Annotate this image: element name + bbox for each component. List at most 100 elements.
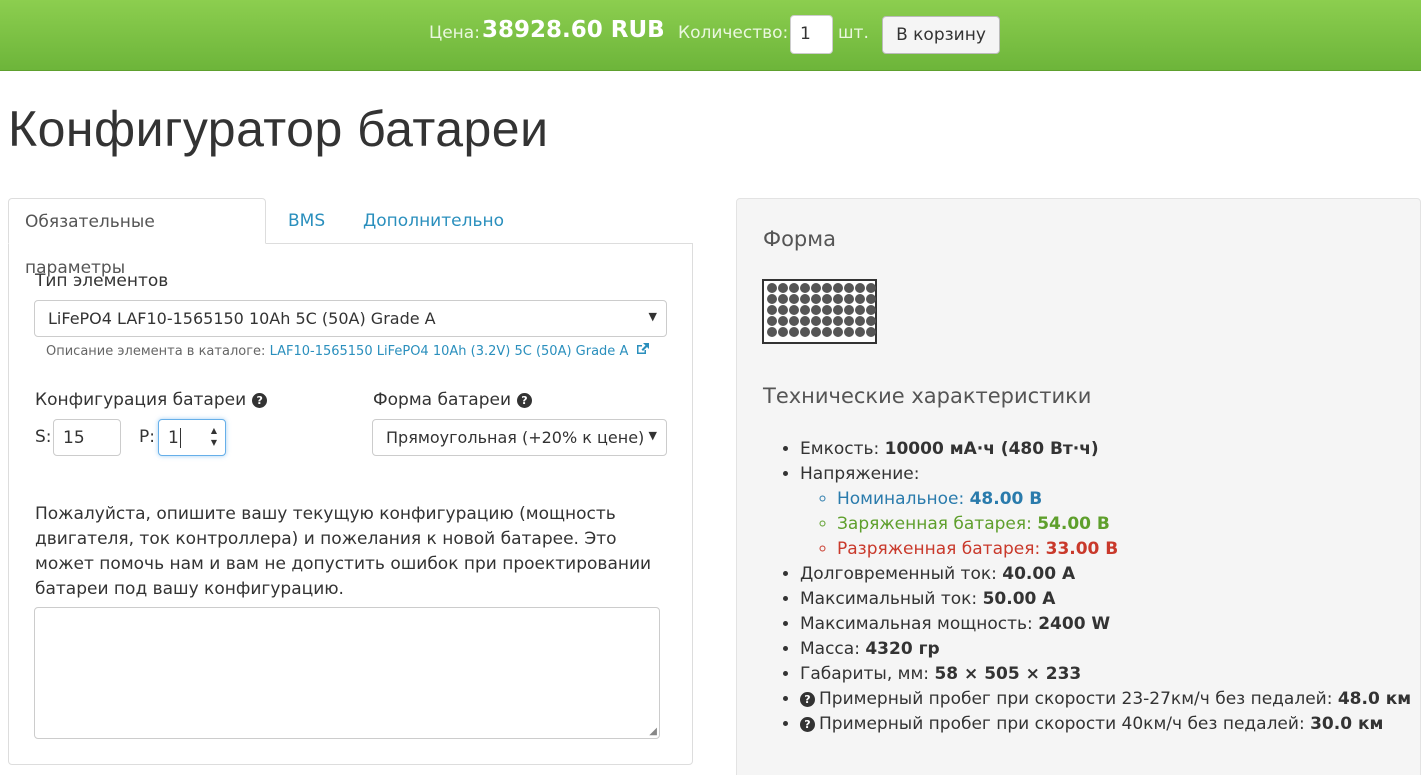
battery-shape-preview [762, 279, 877, 344]
spec-label: Разряженная батарея: [837, 539, 1041, 559]
spec-label: Примерный пробег при скорости 23-27км/ч … [819, 689, 1333, 709]
description-instructions: Пожалуйста, опишите вашу текущую конфигу… [35, 504, 652, 599]
spec-nominal-voltage: Номинальное: 48.00 В [837, 487, 1411, 512]
battery-cell [855, 305, 865, 315]
battery-cell [833, 294, 843, 304]
battery-cell [800, 294, 810, 304]
stepper-arrows-icon[interactable]: ▲ ▼ [211, 425, 217, 449]
battery-cell [844, 305, 854, 315]
battery-cell [767, 294, 777, 304]
question-circle-icon[interactable]: ? [252, 393, 268, 408]
spec-mass: Масса: 4320 гр [800, 637, 1411, 662]
shape-heading: Форма [763, 227, 836, 251]
question-circle-icon[interactable]: ? [800, 692, 815, 707]
external-link-icon[interactable] [636, 343, 650, 359]
battery-cell [844, 316, 854, 326]
parallel-count-input[interactable]: 1 ▲ ▼ [158, 419, 226, 456]
battery-cell [855, 316, 865, 326]
spec-value: 48.0 км [1337, 689, 1412, 709]
p-label: P: [139, 427, 155, 447]
battery-cell [811, 316, 821, 326]
spec-value: 54.00 В [1037, 514, 1110, 534]
add-to-cart-button[interactable]: В корзину [882, 16, 1000, 54]
battery-cell [789, 283, 799, 293]
parallel-count-value: 1 [168, 428, 179, 448]
battery-cell [844, 283, 854, 293]
price-label: Цена: [429, 23, 480, 43]
battery-cell [767, 283, 777, 293]
series-count-input[interactable]: 15 [53, 419, 121, 456]
battery-cell [811, 305, 821, 315]
tab-additional[interactable]: Дополнительно [347, 198, 520, 244]
quantity-label: Количество: [678, 23, 789, 43]
battery-cell [800, 283, 810, 293]
battery-shape-label-text: Форма батареи [373, 390, 511, 410]
spec-label: Заряженная батарея: [837, 514, 1032, 534]
quantity-unit: шт. [838, 23, 869, 43]
battery-cell [866, 283, 876, 293]
spec-max-current: Максимальный ток: 50.00 А [800, 587, 1411, 612]
spec-label: Емкость: [800, 439, 880, 459]
battery-shape-select[interactable]: Прямоугольная (+20% к цене) ▼ [372, 419, 667, 456]
spec-value: 33.00 В [1045, 539, 1119, 559]
page-title: Конфигуратор батареи [8, 101, 549, 157]
resize-handle-icon[interactable]: ◢ [649, 726, 657, 737]
price-value: 38928.60 RUB [482, 17, 665, 43]
battery-cell [800, 327, 810, 337]
dropdown-caret-icon: ▼ [648, 310, 657, 323]
element-type-select[interactable]: LiFePO4 LAF10-1565150 10Ah 5C (50A) Grad… [34, 300, 667, 337]
battery-cell [822, 316, 832, 326]
battery-cell [800, 316, 810, 326]
battery-cell [833, 305, 843, 315]
battery-cell [778, 283, 788, 293]
specs-heading: Технические характеристики [763, 384, 1092, 408]
spec-value: 48.00 В [969, 489, 1043, 509]
spec-label: Габариты, мм: [800, 664, 930, 684]
battery-cell [844, 327, 854, 337]
spec-label: Масса: [800, 639, 860, 659]
question-circle-icon[interactable]: ? [517, 393, 532, 408]
battery-cell [800, 305, 810, 315]
spec-voltage: Напряжение: Номинальное: 48.00 В Заряжен… [800, 462, 1411, 562]
tab-bms[interactable]: BMS [272, 198, 341, 244]
battery-cell [778, 327, 788, 337]
spec-label: Максимальная мощность: [800, 614, 1033, 634]
battery-config-label-text: Конфигурация батареи [35, 390, 247, 410]
spec-value: 58 × 505 × 233 [934, 664, 1082, 684]
battery-cell [833, 283, 843, 293]
spec-value: 40.00 А [1002, 564, 1076, 584]
battery-cell [833, 316, 843, 326]
spec-capacity: Емкость: 10000 мА·ч (480 Вт·ч) [800, 437, 1411, 462]
catalog-link[interactable]: LAF10-1565150 LiFePO4 10Ah (3.2V) 5C (50… [270, 344, 629, 359]
element-type-value: LiFePO4 LAF10-1565150 10Ah 5C (50A) Grad… [48, 309, 436, 328]
battery-cell [811, 327, 821, 337]
spec-dimensions: Габариты, мм: 58 × 505 × 233 [800, 662, 1411, 687]
specs-list: Емкость: 10000 мА·ч (480 Вт·ч) Напряжени… [781, 437, 1411, 737]
quantity-input[interactable]: 1 [790, 15, 833, 54]
spec-value: 10000 мА·ч (480 Вт·ч) [884, 439, 1099, 459]
spec-value: 4320 гр [865, 639, 940, 659]
battery-cell [811, 294, 821, 304]
voltage-sublist: Номинальное: 48.00 В Заряженная батарея:… [818, 487, 1411, 562]
battery-cell [789, 305, 799, 315]
spec-charged-voltage: Заряженная батарея: 54.00 В [837, 512, 1411, 537]
spec-discharged-voltage: Разряженная батарея: 33.00 В [837, 537, 1411, 562]
spec-range-40: ? Примерный пробег при скорости 40км/ч бе… [800, 712, 1411, 737]
battery-cell [855, 327, 865, 337]
spec-value: 2400 W [1038, 614, 1111, 634]
battery-cell [833, 327, 843, 337]
tab-required-params[interactable]: Обязательные параметры [8, 198, 266, 278]
spec-label: Примерный пробег при скорости 40км/ч без… [819, 714, 1305, 734]
spec-value: 30.0 км [1310, 714, 1384, 734]
spec-max-power: Максимальная мощность: 2400 W [800, 612, 1411, 637]
battery-cell [789, 327, 799, 337]
battery-cell [866, 316, 876, 326]
spec-label: Номинальное: [837, 489, 965, 509]
description-textarea[interactable]: ◢ [34, 607, 660, 739]
battery-shape-label: Форма батареи? [373, 390, 532, 410]
spec-value: 50.00 А [982, 589, 1056, 609]
battery-cell [767, 327, 777, 337]
spec-label: Напряжение: [800, 464, 920, 484]
battery-cell [778, 316, 788, 326]
question-circle-icon[interactable]: ? [800, 717, 815, 732]
